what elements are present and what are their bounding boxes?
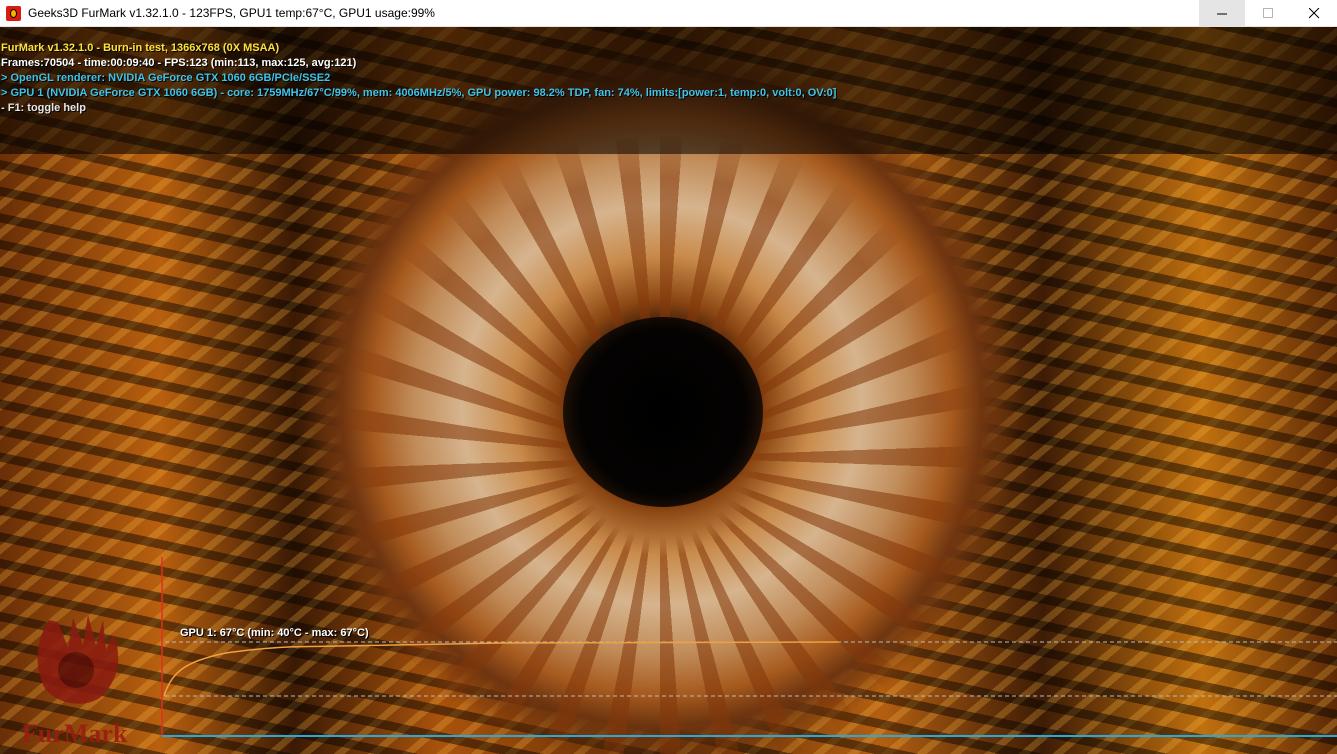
furmark-logo-text: FurMark xyxy=(22,719,128,748)
temperature-graph xyxy=(161,557,1337,737)
close-icon xyxy=(1308,8,1319,19)
furmark-logo: FurMark xyxy=(22,615,128,748)
maximize-button[interactable] xyxy=(1245,0,1291,27)
furmark-app-icon[interactable] xyxy=(6,5,21,21)
maximize-icon xyxy=(1262,8,1273,18)
minimize-icon xyxy=(1216,13,1227,15)
temperature-graph-label: GPU 1: 67°C (min: 40°C - max: 67°C) xyxy=(180,627,369,639)
minimize-button[interactable] xyxy=(1199,0,1245,27)
window-controls xyxy=(1199,0,1337,27)
window-title: Geeks3D FurMark v1.32.1.0 - 123FPS, GPU1… xyxy=(28,6,435,20)
close-button[interactable] xyxy=(1291,0,1337,27)
temperature-curve xyxy=(163,641,839,697)
window-title-bar[interactable]: Geeks3D FurMark v1.32.1.0 - 123FPS, GPU1… xyxy=(0,0,1337,27)
